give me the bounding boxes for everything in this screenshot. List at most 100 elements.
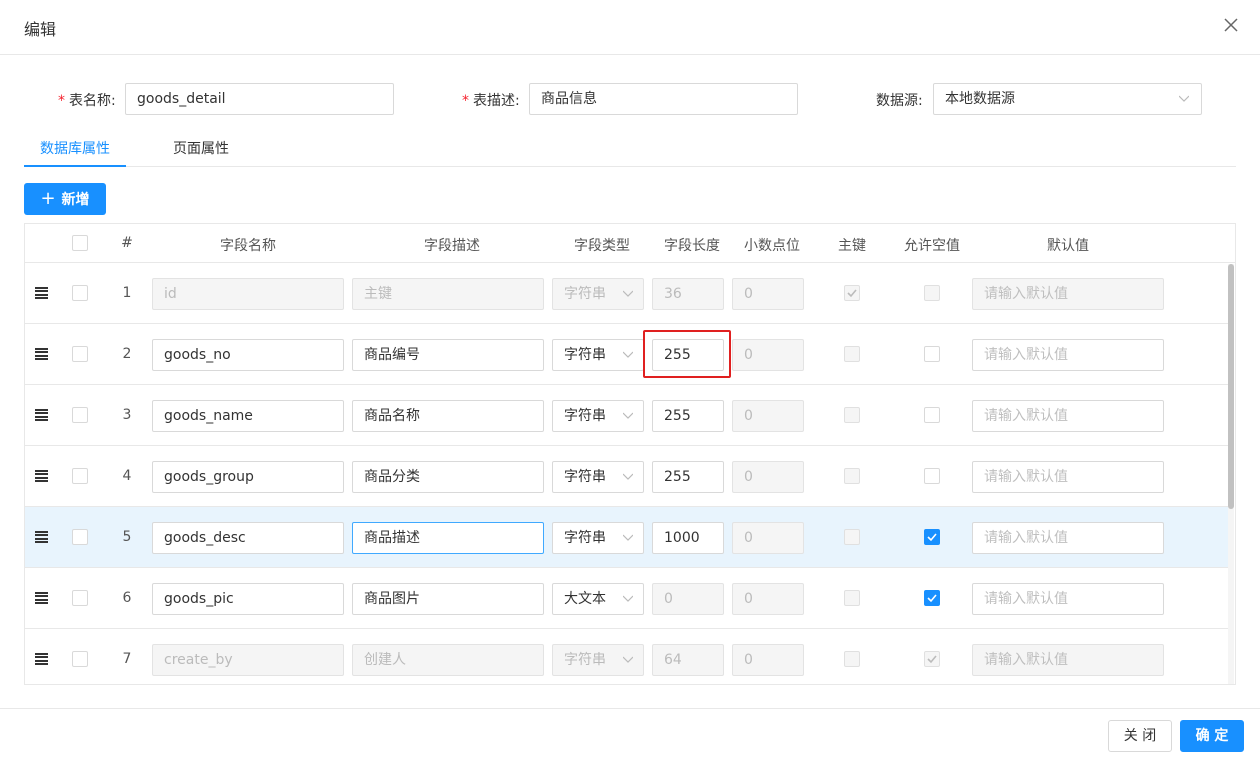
table-name-input[interactable]: goods_detail <box>125 83 394 115</box>
row-index: 6 <box>122 590 132 606</box>
field-type-value: 字符串 <box>564 652 606 668</box>
field-type-select[interactable]: 字符串 <box>552 400 644 432</box>
drag-handle-icon[interactable] <box>35 409 48 421</box>
field-length-input[interactable]: 64 <box>652 644 724 676</box>
primary-key-checkbox[interactable] <box>844 651 860 667</box>
field-desc-input[interactable]: 商品描述 <box>352 522 544 554</box>
primary-key-checkbox[interactable] <box>844 407 860 423</box>
table-row: 2 goods_no 商品编号 字符串 255 0 请输入默认值 <box>25 324 1229 385</box>
field-type-select[interactable]: 字符串 <box>552 278 644 310</box>
drag-handle-icon[interactable] <box>35 470 48 482</box>
chevron-down-icon <box>1179 95 1189 102</box>
field-name-input[interactable]: id <box>152 278 344 310</box>
field-type-select[interactable]: 字符串 <box>552 644 644 676</box>
default-value-input[interactable]: 请输入默认值 <box>972 644 1164 676</box>
field-type-value: 字符串 <box>564 408 606 424</box>
nullable-checkbox[interactable] <box>924 346 940 362</box>
field-name-input[interactable]: goods_no <box>152 339 344 371</box>
default-value-input[interactable]: 请输入默认值 <box>972 278 1164 310</box>
primary-key-checkbox[interactable] <box>844 590 860 606</box>
scrollbar-thumb[interactable] <box>1228 264 1234 509</box>
primary-key-checkbox[interactable] <box>844 346 860 362</box>
tab-page-properties[interactable]: 页面属性 <box>173 138 229 158</box>
row-checkbox[interactable] <box>72 346 88 362</box>
field-desc-input[interactable]: 商品图片 <box>352 583 544 615</box>
drag-handle-icon[interactable] <box>35 531 48 543</box>
table-name-label: * 表名称: <box>58 93 116 109</box>
dialog-title: 编辑 <box>24 20 57 39</box>
field-type-value: 字符串 <box>564 347 606 363</box>
row-checkbox[interactable] <box>72 468 88 484</box>
field-name-input[interactable]: goods_desc <box>152 522 344 554</box>
field-length-input[interactable]: 255 <box>652 400 724 432</box>
fields-table: # 字段名称 字段描述 字段类型 字段长度 小数点位 主键 允许空值 默认值 1… <box>24 223 1236 685</box>
close-button[interactable]: 关 闭 <box>1108 720 1172 752</box>
nullable-checkbox[interactable] <box>924 651 940 667</box>
field-desc-input[interactable]: 创建人 <box>352 644 544 676</box>
field-length-input[interactable]: 0 <box>652 583 724 615</box>
row-checkbox[interactable] <box>72 590 88 606</box>
datasource-select[interactable]: 本地数据源 <box>933 83 1202 115</box>
nullable-checkbox[interactable] <box>924 468 940 484</box>
drag-handle-icon[interactable] <box>35 592 48 604</box>
edit-dialog: 编辑 * 表名称: goods_detail * 表描述: 商品信息 数据源: 本地… <box>0 0 1260 763</box>
tab-active-indicator <box>24 165 126 167</box>
nullable-checkbox[interactable] <box>924 529 940 545</box>
field-desc-input[interactable]: 主键 <box>352 278 544 310</box>
field-type-select[interactable]: 字符串 <box>552 461 644 493</box>
default-value-input[interactable]: 请输入默认值 <box>972 583 1164 615</box>
row-checkbox[interactable] <box>72 285 88 301</box>
field-type-select[interactable]: 字符串 <box>552 339 644 371</box>
decimal-input[interactable]: 0 <box>732 278 804 310</box>
drag-handle-icon[interactable] <box>35 348 48 360</box>
nullable-checkbox[interactable] <box>924 285 940 301</box>
field-desc-input[interactable]: 商品编号 <box>352 339 544 371</box>
form-row: * 表名称: goods_detail * 表描述: 商品信息 数据源: 本地数据源 <box>0 83 1260 115</box>
field-desc-input[interactable]: 商品名称 <box>352 400 544 432</box>
field-length-input[interactable]: 36 <box>652 278 724 310</box>
decimal-input[interactable]: 0 <box>732 400 804 432</box>
field-type-select[interactable]: 大文本 <box>552 583 644 615</box>
field-length-input[interactable]: 1000 <box>652 522 724 554</box>
field-length-input[interactable]: 255 <box>652 461 724 493</box>
row-checkbox[interactable] <box>72 651 88 667</box>
field-type-select[interactable]: 字符串 <box>552 522 644 554</box>
drag-handle-icon[interactable] <box>35 653 48 665</box>
row-index: 4 <box>122 468 132 484</box>
decimal-input[interactable]: 0 <box>732 644 804 676</box>
col-field-type: 字段类型 <box>574 238 630 254</box>
row-index: 3 <box>122 407 132 423</box>
primary-key-checkbox[interactable] <box>844 529 860 545</box>
row-checkbox[interactable] <box>72 407 88 423</box>
field-name-input[interactable]: goods_group <box>152 461 344 493</box>
confirm-button[interactable]: 确 定 <box>1180 720 1244 752</box>
row-index: 2 <box>122 346 132 362</box>
table-desc-input[interactable]: 商品信息 <box>529 83 798 115</box>
select-all-checkbox[interactable] <box>72 235 88 251</box>
default-value-input[interactable]: 请输入默认值 <box>972 461 1164 493</box>
primary-key-checkbox[interactable] <box>844 285 860 301</box>
table-scrollbar[interactable] <box>1228 264 1234 684</box>
field-name-input[interactable]: goods_name <box>152 400 344 432</box>
decimal-input[interactable]: 0 <box>732 339 804 371</box>
col-decimal: 小数点位 <box>744 238 800 254</box>
default-value-input[interactable]: 请输入默认值 <box>972 339 1164 371</box>
decimal-input[interactable]: 0 <box>732 583 804 615</box>
field-name-input[interactable]: create_by <box>152 644 344 676</box>
row-checkbox[interactable] <box>72 529 88 545</box>
tab-db-properties[interactable]: 数据库属性 <box>40 138 110 158</box>
field-desc-input[interactable]: 商品分类 <box>352 461 544 493</box>
field-name-input[interactable]: goods_pic <box>152 583 344 615</box>
nullable-checkbox[interactable] <box>924 407 940 423</box>
default-value-input[interactable]: 请输入默认值 <box>972 400 1164 432</box>
dialog-header: 编辑 <box>0 0 1260 55</box>
default-value-input[interactable]: 请输入默认值 <box>972 522 1164 554</box>
add-field-button[interactable]: + 新增 <box>24 183 106 215</box>
decimal-input[interactable]: 0 <box>732 522 804 554</box>
nullable-checkbox[interactable] <box>924 590 940 606</box>
close-icon[interactable] <box>1220 14 1242 36</box>
decimal-input[interactable]: 0 <box>732 461 804 493</box>
table-header: # 字段名称 字段描述 字段类型 字段长度 小数点位 主键 允许空值 默认值 <box>25 224 1235 263</box>
drag-handle-icon[interactable] <box>35 287 48 299</box>
primary-key-checkbox[interactable] <box>844 468 860 484</box>
